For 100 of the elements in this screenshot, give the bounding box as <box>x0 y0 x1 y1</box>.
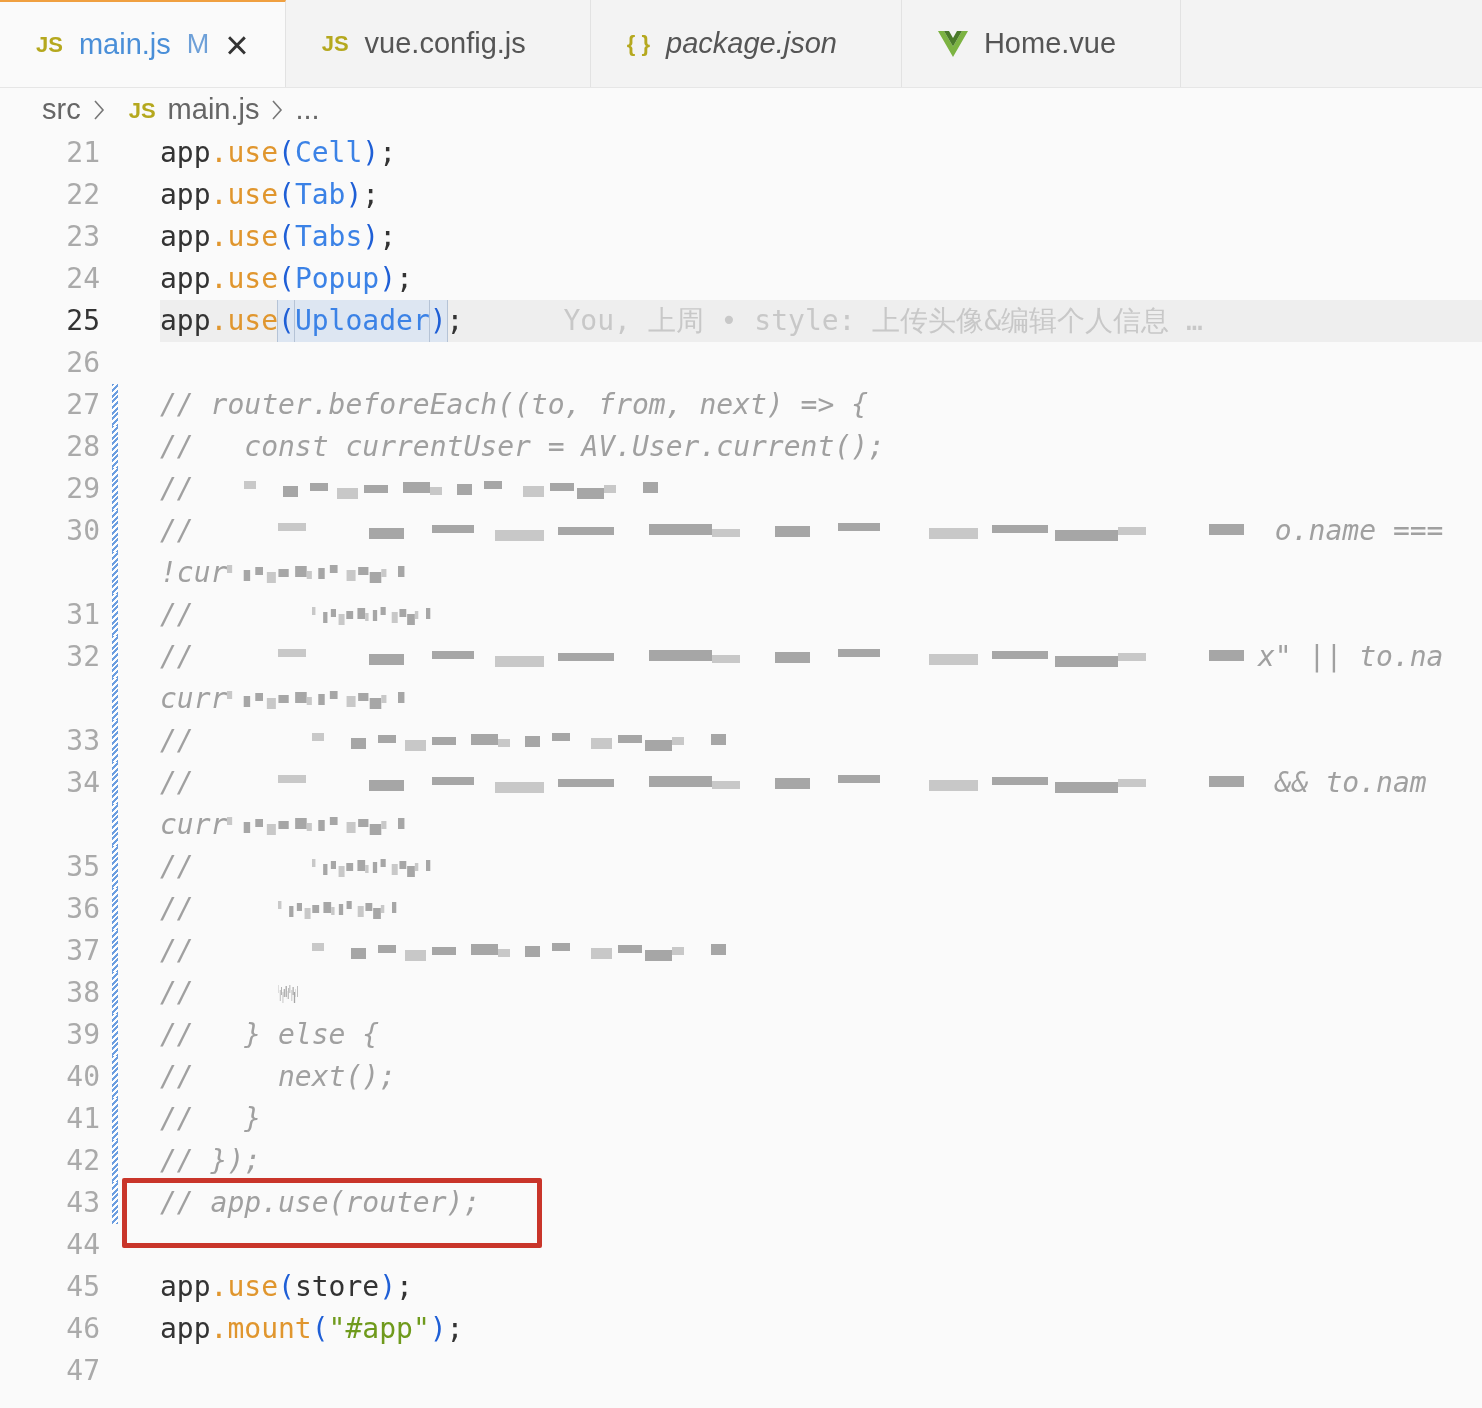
code-text: x" || to.na <box>1258 639 1444 675</box>
tab-label: package.json <box>666 25 837 61</box>
line-number: 25 <box>66 303 100 339</box>
code-text: // <box>160 891 195 927</box>
code-text: store <box>294 1269 380 1305</box>
line-number: 24 <box>66 261 100 297</box>
code-text: Popup <box>294 261 380 297</box>
code-text: "#app" <box>328 1311 430 1347</box>
line-number: 33 <box>66 723 100 759</box>
code-text: ; <box>396 1269 413 1305</box>
code-text: ( <box>278 1269 295 1305</box>
tab-label: main.js <box>78 26 171 62</box>
code-text: .use <box>210 261 278 297</box>
line-number: 36 <box>66 891 100 927</box>
code-text: app <box>160 219 211 255</box>
line-number: 42 <box>66 1143 100 1179</box>
code-text: ( <box>278 219 295 255</box>
code-text: app <box>160 1269 211 1305</box>
code-text: Cell <box>294 135 363 171</box>
modified-status-letter: M <box>186 28 210 62</box>
code-text: ) <box>429 1311 447 1347</box>
code-text: ( <box>278 135 295 171</box>
code-text: // <box>160 933 195 969</box>
vue-logo-icon <box>937 30 968 57</box>
code-text: // next(); <box>160 1059 396 1095</box>
line-number: 26 <box>66 345 100 381</box>
line-number: 43 <box>66 1185 100 1221</box>
code-text: // <box>160 723 195 759</box>
code-text: app <box>160 261 211 297</box>
breadcrumb-item[interactable]: main.js <box>167 88 260 132</box>
line-number: 32 <box>66 639 100 675</box>
line-number: 45 <box>66 1269 100 1305</box>
code-text: Tabs <box>294 219 363 255</box>
code-text: // <box>160 597 195 633</box>
line-number: 29 <box>66 471 100 507</box>
code-text: ; <box>362 177 380 213</box>
editor-tab[interactable]: JS main.js M × <box>0 0 286 87</box>
json-file-icon: { } <box>626 27 650 60</box>
code-text: .use <box>210 1269 278 1305</box>
code-text: o.name === <box>1273 513 1444 549</box>
code-text: // <box>160 513 195 549</box>
code-text: app <box>160 1311 211 1347</box>
line-number: 30 <box>66 513 100 549</box>
code-text: ( <box>278 177 295 213</box>
code-text: ; <box>396 261 413 297</box>
line-number: 22 <box>66 177 100 213</box>
code-text: // <box>160 471 195 507</box>
code-text: // router.beforeEach((to, from, next) => { <box>160 387 868 423</box>
code-text: // <box>160 849 195 885</box>
code-text: // <box>160 975 195 1011</box>
line-number: 46 <box>66 1311 100 1347</box>
code-text: ; <box>446 1311 464 1347</box>
tab-label: Home.vue <box>983 25 1117 61</box>
line-number: 27 <box>66 387 100 423</box>
code-text: ) <box>362 135 380 171</box>
code-text: .use <box>210 177 278 213</box>
line-number: 39 <box>66 1017 100 1053</box>
code-text: ( <box>278 300 295 342</box>
code-text: ) <box>345 177 363 213</box>
code-text: Uploader <box>294 300 430 342</box>
breadcrumb-more[interactable]: ... <box>295 88 320 132</box>
code-text: // } else { <box>160 1017 380 1053</box>
code-text: && to.nam <box>1273 765 1427 801</box>
code-text: .use <box>210 303 278 339</box>
code-text: curr <box>160 681 228 717</box>
line-number: 35 <box>66 849 100 885</box>
line-number: 38 <box>66 975 100 1011</box>
chevron-right-icon <box>92 99 105 121</box>
code-text: // <box>160 765 195 801</box>
code-text: ; <box>446 303 464 339</box>
code-text: // } <box>160 1101 262 1137</box>
code-text: .use <box>210 135 278 171</box>
code-text: Tab <box>294 177 346 213</box>
breadcrumb-item[interactable]: src <box>42 88 81 132</box>
code-text: // }); <box>160 1143 262 1179</box>
code-text: ) <box>429 300 447 342</box>
code-text: // const currentUser = AV.User.current(); <box>160 429 885 465</box>
js-file-icon: JS <box>36 28 63 61</box>
line-number: 44 <box>66 1227 100 1263</box>
chevron-right-icon <box>271 99 284 121</box>
code-text: curr <box>160 807 228 843</box>
code-text: ) <box>362 219 380 255</box>
js-file-icon: JS <box>321 27 349 60</box>
code-text: app <box>160 177 211 213</box>
code-text: ; <box>379 219 397 255</box>
code-text: !cur <box>160 555 228 591</box>
line-number: 31 <box>66 597 100 633</box>
code-text: app <box>160 303 211 339</box>
code-text: ( <box>311 1311 329 1347</box>
code-text: .use <box>210 219 278 255</box>
line-number: 28 <box>66 429 100 465</box>
code-text: ; <box>379 135 397 171</box>
code-text: // <box>160 639 195 675</box>
line-number: 37 <box>66 933 100 969</box>
code-text: .mount <box>210 1311 312 1347</box>
code-text: // app.use(router); <box>160 1185 481 1221</box>
line-number: 41 <box>66 1101 100 1137</box>
close-button[interactable]: × <box>225 24 249 65</box>
tab-label: vue.config.js <box>364 25 526 61</box>
line-number: 21 <box>66 135 100 171</box>
